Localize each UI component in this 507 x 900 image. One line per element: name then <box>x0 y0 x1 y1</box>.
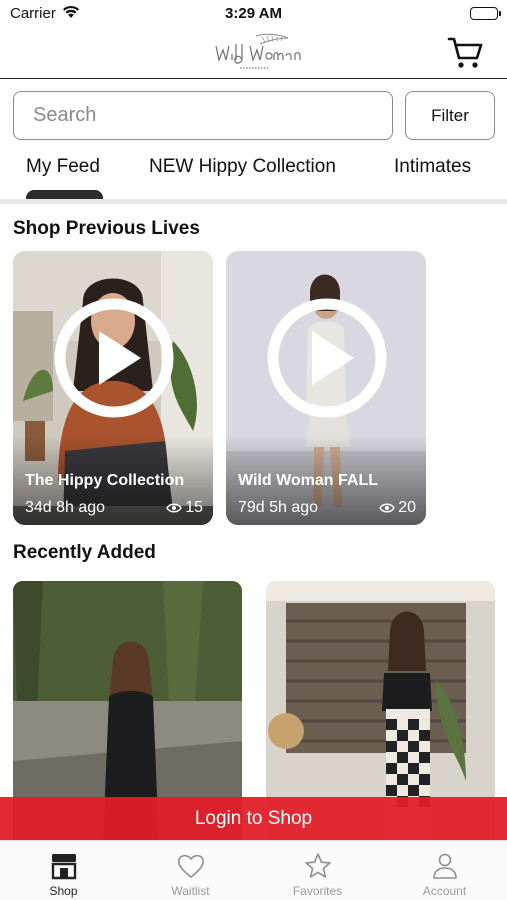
tab-label: Waitlist <box>171 884 210 898</box>
filter-button[interactable]: Filter <box>405 91 495 140</box>
tab-favorites[interactable]: Favorites <box>254 841 381 900</box>
battery-icon <box>470 7 501 20</box>
live-time-ago: 34d 8h ago <box>25 499 106 516</box>
eye-icon <box>166 503 183 513</box>
tabs-divider <box>0 199 507 204</box>
live-card-hippy-collection[interactable]: The Hippy Collection 34d 8h ago 15 <box>13 251 213 525</box>
login-to-shop-button[interactable]: Login to Shop <box>0 797 507 840</box>
live-views-number: 20 <box>398 499 416 516</box>
live-view-count: 15 <box>166 499 203 517</box>
play-icon[interactable] <box>266 297 388 419</box>
live-title: Wild Woman FALL <box>238 472 378 489</box>
tab-new-hippy-collection[interactable]: NEW Hippy Collection <box>149 156 336 178</box>
live-view-count: 20 <box>379 499 416 517</box>
live-title: The Hippy Collection <box>25 472 185 489</box>
shopping-cart-icon[interactable] <box>447 36 483 70</box>
tab-intimates[interactable]: Intimates <box>394 156 471 178</box>
clock: 3:29 AM <box>225 5 282 22</box>
live-time-ago: 79d 5h ago <box>238 499 319 516</box>
play-icon[interactable] <box>53 297 175 419</box>
tab-label: Account <box>422 884 467 898</box>
status-bar: Carrier 3:29 AM <box>0 0 507 28</box>
live-views-number: 15 <box>185 499 203 516</box>
tab-my-feed[interactable]: My Feed <box>26 156 100 178</box>
star-icon <box>304 853 331 878</box>
tab-account[interactable]: Account <box>381 841 507 900</box>
tab-label: Favorites <box>292 884 343 898</box>
feed-tabs: My Feed NEW Hippy Collection Intimates <box>0 150 507 200</box>
tab-waitlist[interactable]: Waitlist <box>127 841 254 900</box>
eye-icon <box>379 503 396 513</box>
storefront-icon <box>51 854 76 880</box>
bottom-tab-bar: Shop Waitlist Favorites Account <box>0 840 507 900</box>
live-card-wild-woman-fall[interactable]: Wild Woman FALL 79d 5h ago 20 <box>226 251 426 525</box>
previous-lives-heading: Shop Previous Lives <box>13 218 200 239</box>
tab-label: Shop <box>49 884 78 898</box>
tab-shop[interactable]: Shop <box>0 841 127 900</box>
person-icon <box>432 853 457 879</box>
recently-added-heading: Recently Added <box>13 542 156 563</box>
wild-woman-boutique-logo[interactable] <box>196 32 312 74</box>
search-input[interactable] <box>13 91 393 140</box>
nav-bar <box>0 28 507 79</box>
heart-icon <box>177 854 204 879</box>
